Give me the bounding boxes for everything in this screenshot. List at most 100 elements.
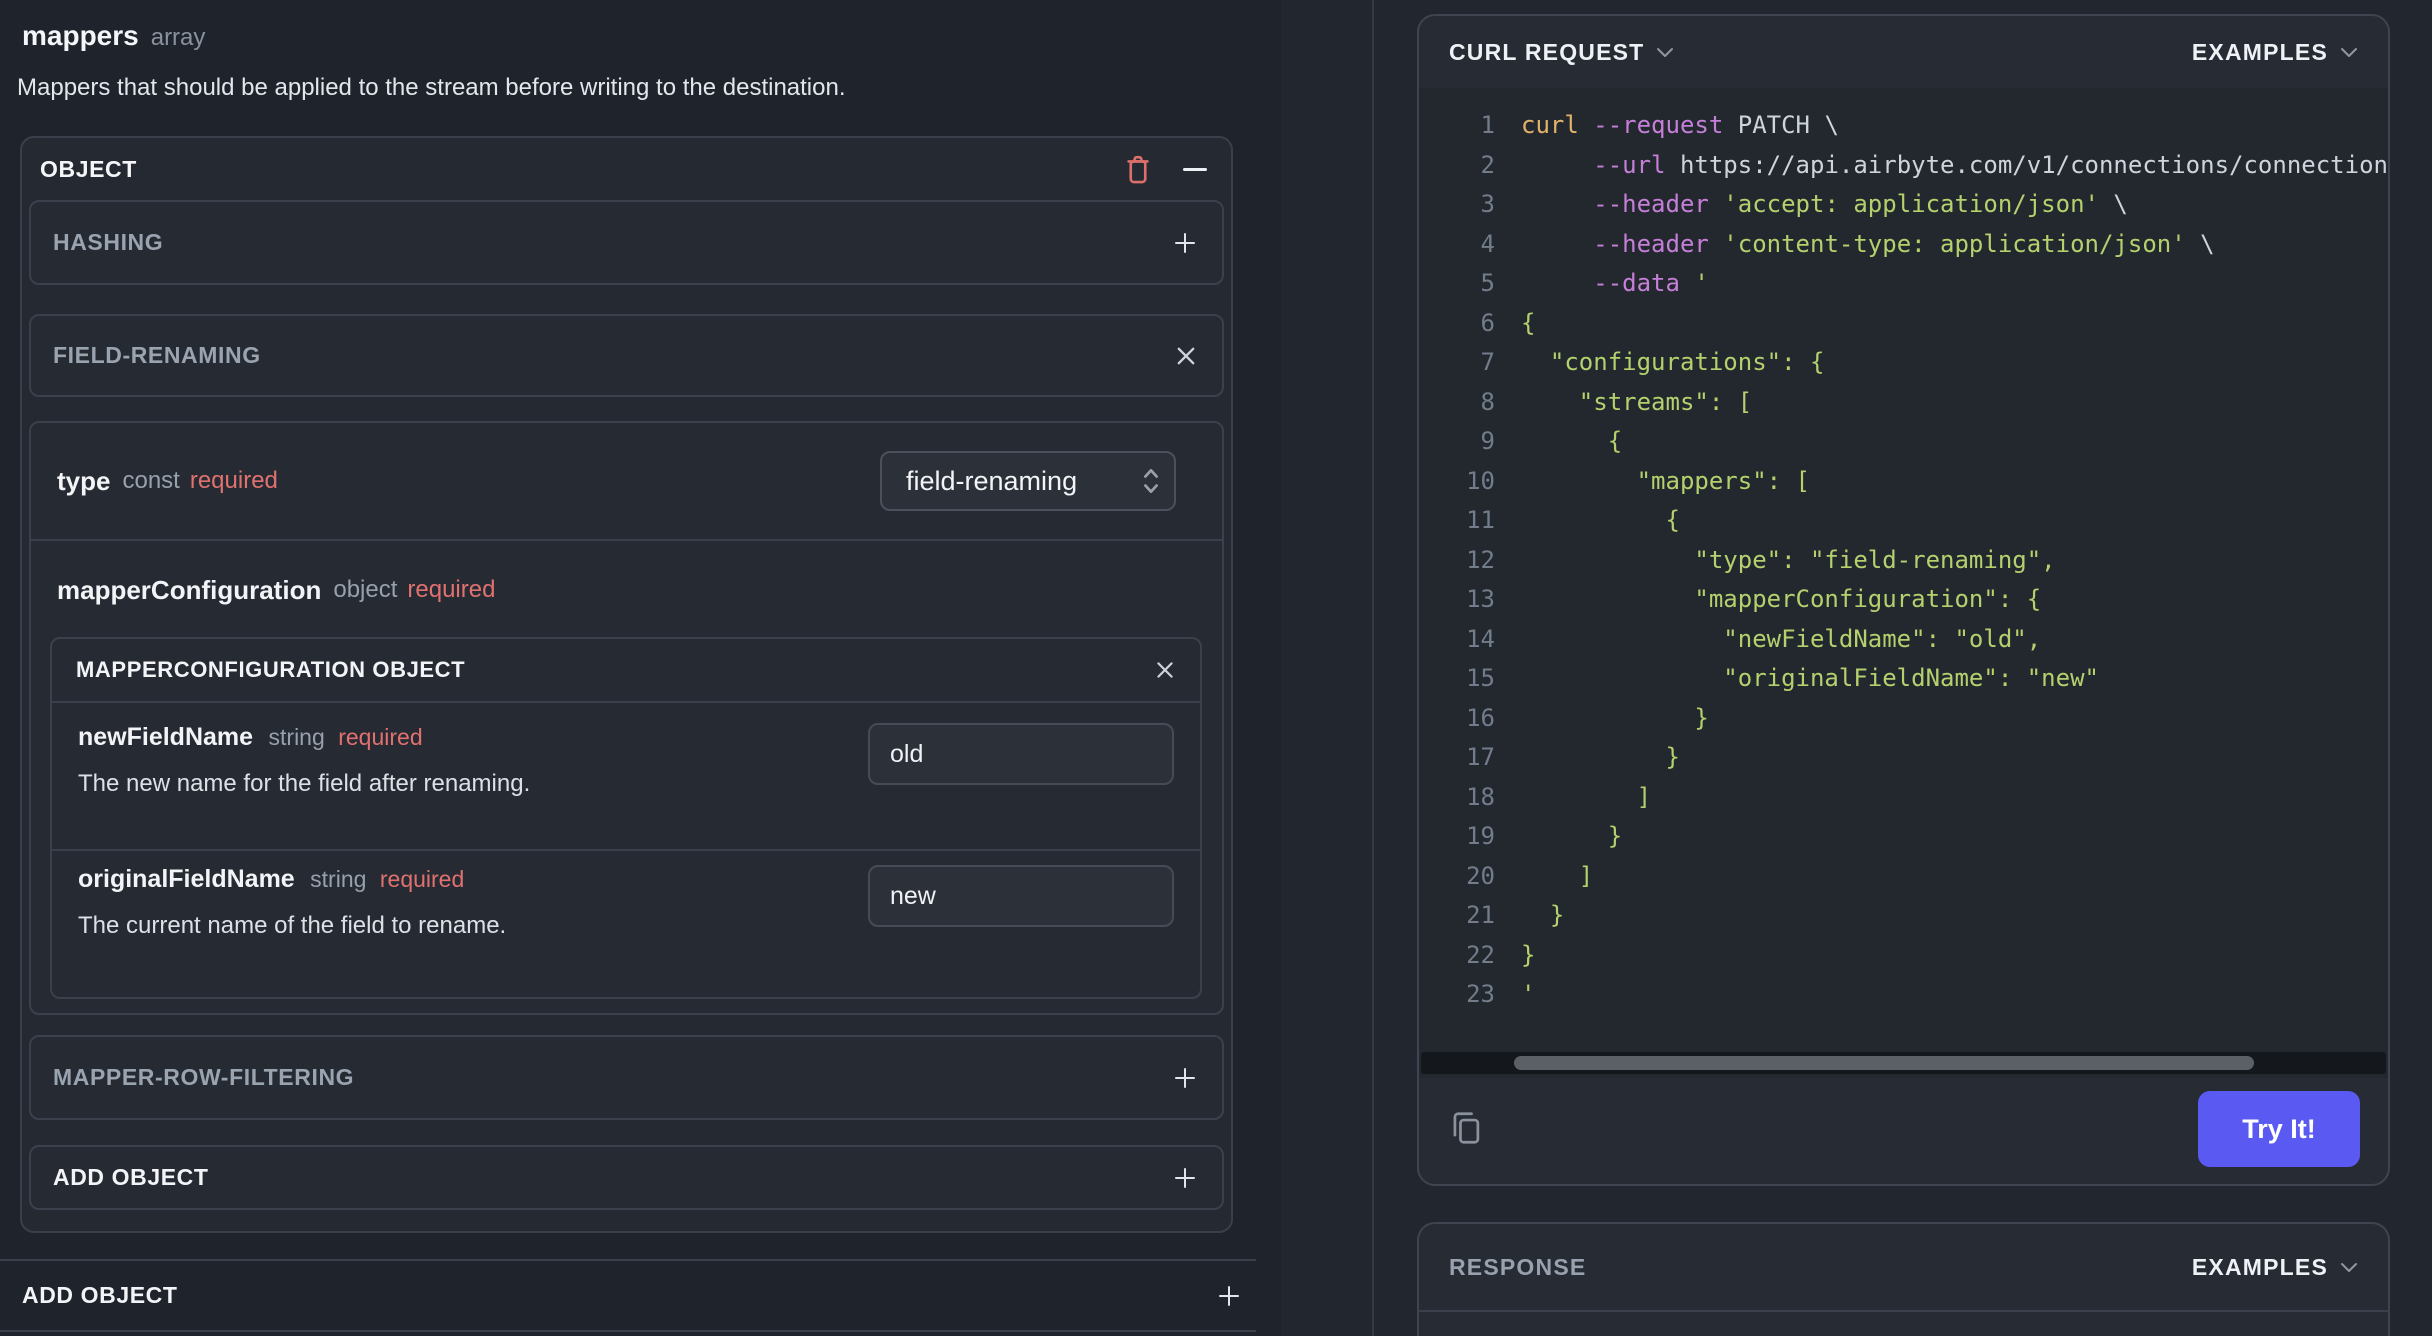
field-type-badge: array	[150, 24, 206, 51]
field-description: Mappers that should be applied to the st…	[17, 74, 846, 101]
plus-icon	[1175, 1067, 1195, 1088]
response-examples-label: EXAMPLES	[2191, 1253, 2328, 1280]
field-heading: mappers array	[22, 20, 205, 52]
type-select-value: field-renaming	[906, 465, 1078, 496]
code-line: 5 --data '	[1480, 269, 1709, 297]
plus-icon	[1175, 1167, 1195, 1188]
code-line: 13 "mapperConfiguration": {	[1466, 585, 2042, 613]
add-object-bottom-label: ADD OBJECT	[22, 1282, 178, 1308]
field-renaming-section-row[interactable]: FIELD-RENAMING	[29, 314, 1224, 397]
chevron-down-icon	[2341, 1262, 2357, 1272]
code-line: 8 "streams": [	[1480, 387, 1753, 416]
mapper-configuration-required: required	[407, 576, 496, 603]
type-field-required: required	[189, 467, 278, 494]
response-title: RESPONSE	[1449, 1253, 1587, 1280]
new-field-name-description: The new name for the field after renamin…	[78, 770, 531, 797]
original-field-name-description: The current name of the field to rename.	[78, 912, 507, 939]
curl-card-footer: Try It!	[1419, 1074, 2388, 1184]
new-field-name-required: required	[338, 724, 423, 750]
response-card: RESPONSE EXAMPLES	[1417, 1222, 2390, 1336]
trash-icon	[1127, 155, 1149, 183]
new-field-name-row: newFieldName string required The new nam…	[52, 703, 1200, 851]
code-line: 9 {	[1480, 427, 1623, 455]
chevron-down-icon	[2341, 47, 2357, 57]
original-field-name-required: required	[379, 866, 465, 892]
code-line: 21 }	[1466, 901, 1565, 929]
code-line: 11 {	[1466, 506, 1680, 534]
curl-request-title: CURL REQUEST	[1449, 38, 1645, 65]
field-renaming-label: FIELD-RENAMING	[53, 342, 261, 368]
mapper-configuration-title: MAPPERCONFIGURATION OBJECT	[76, 657, 466, 682]
plus-icon	[1219, 1285, 1239, 1306]
original-field-name-input[interactable]	[868, 865, 1174, 927]
original-field-name-meta: string	[310, 866, 367, 892]
try-it-button[interactable]: Try It!	[2198, 1091, 2360, 1167]
new-field-name-input[interactable]	[868, 723, 1174, 785]
code-line: 10 "mappers": [	[1466, 466, 1810, 495]
code-line: 16 }	[1466, 703, 1709, 732]
type-field-name: type	[57, 465, 111, 496]
curl-request-card: CURL REQUEST EXAMPLES 1 curl --request PA…	[1417, 14, 2390, 1186]
code-line: 23 '	[1466, 980, 1536, 1008]
add-object-label: ADD OBJECT	[53, 1164, 209, 1190]
object-panel-header: OBJECT	[22, 138, 1231, 200]
code-line: 7 "configurations": {	[1480, 348, 1825, 376]
original-field-name-label: originalFieldName	[78, 865, 295, 893]
curl-card-header: CURL REQUEST EXAMPLES	[1419, 16, 2388, 88]
copy-code-button[interactable]	[1447, 1108, 1485, 1151]
column-divider	[1372, 0, 1374, 1336]
type-field-row: type const required field-renaming	[31, 423, 1222, 541]
curl-request-dropdown[interactable]: CURL REQUEST	[1449, 39, 1674, 66]
horizontal-scrollbar-thumb[interactable]	[1514, 1056, 2254, 1070]
schema-column: mappers array Mappers that should be appl…	[0, 0, 1281, 1336]
new-field-name-label: newFieldName	[78, 723, 254, 751]
mapper-row-filtering-section-row[interactable]: MAPPER-ROW-FILTERING	[29, 1035, 1224, 1120]
type-select[interactable]: field-renaming	[880, 451, 1176, 511]
collapse-object-button[interactable]	[1183, 167, 1207, 171]
code-line: 19 }	[1466, 822, 1623, 850]
hashing-label: HASHING	[53, 229, 164, 255]
type-field-meta: const	[122, 467, 180, 494]
code-line: 14 "newFieldName": "old",	[1466, 624, 2042, 653]
hashing-section-row[interactable]: HASHING	[29, 200, 1224, 285]
close-icon[interactable]	[1154, 659, 1176, 681]
code-line: 15 "originalFieldName": "new"	[1466, 664, 2099, 692]
mapper-configuration-box: MAPPERCONFIGURATION OBJECT newFieldName …	[50, 637, 1202, 999]
add-object-row-bottom[interactable]: ADD OBJECT	[0, 1259, 1256, 1332]
delete-object-button[interactable]	[1123, 153, 1153, 186]
horizontal-scrollbar[interactable]	[1421, 1052, 2386, 1074]
mapper-configuration-meta: object	[333, 576, 398, 603]
response-examples-dropdown[interactable]: EXAMPLES	[2192, 1254, 2358, 1281]
object-panel: OBJECT HASHING FIELD-RENAMING type const…	[20, 136, 1233, 1233]
code-line: 4 --header 'content-type: application/js…	[1480, 229, 2215, 258]
new-field-name-info: newFieldName string required The new nam…	[78, 723, 868, 798]
mapper-row-filtering-label: MAPPER-ROW-FILTERING	[53, 1064, 355, 1090]
copy-icon	[1453, 1111, 1480, 1144]
add-object-row[interactable]: ADD OBJECT	[29, 1145, 1224, 1210]
code-block: 1 curl --request PATCH \ 2 --url https://a…	[1419, 88, 2388, 1078]
field-renaming-content: type const required field-renaming mappe…	[29, 421, 1224, 1015]
mapper-configuration-name: mapperConfiguration	[57, 574, 322, 605]
close-icon[interactable]	[1174, 344, 1198, 368]
chevron-down-icon	[1657, 47, 1674, 57]
code-line: 1 curl --request PATCH \	[1480, 111, 1839, 139]
code-line: 20 ]	[1466, 861, 1594, 890]
code-line: 2 --url https://api.airbyte.com/v1/conne…	[1480, 150, 2388, 179]
mapper-configuration-label-row: mapperConfiguration object required	[31, 543, 1222, 637]
request-examples-dropdown[interactable]: EXAMPLES	[2192, 39, 2358, 66]
original-field-name-info: originalFieldName string required The cu…	[78, 865, 868, 940]
code-line: 22}	[1466, 940, 1536, 969]
minus-icon	[1183, 167, 1207, 171]
code-line: 3 --header 'accept: application/json' \	[1480, 190, 2128, 218]
code-lines: 1 curl --request PATCH \ 2 --url https://a…	[1419, 88, 2388, 1015]
request-examples-label: EXAMPLES	[2191, 38, 2328, 65]
code-line: 6{	[1480, 308, 1536, 337]
response-card-header: RESPONSE EXAMPLES	[1419, 1224, 2388, 1312]
original-field-name-row: originalFieldName string required The cu…	[52, 851, 1200, 1001]
select-chevrons-icon	[1144, 468, 1158, 494]
plus-icon	[1175, 232, 1195, 253]
new-field-name-meta: string	[268, 724, 325, 750]
mapper-configuration-header: MAPPERCONFIGURATION OBJECT	[52, 639, 1200, 703]
field-title: mappers	[22, 20, 139, 51]
api-docs-page: mappers array Mappers that should be appl…	[0, 0, 2432, 1336]
